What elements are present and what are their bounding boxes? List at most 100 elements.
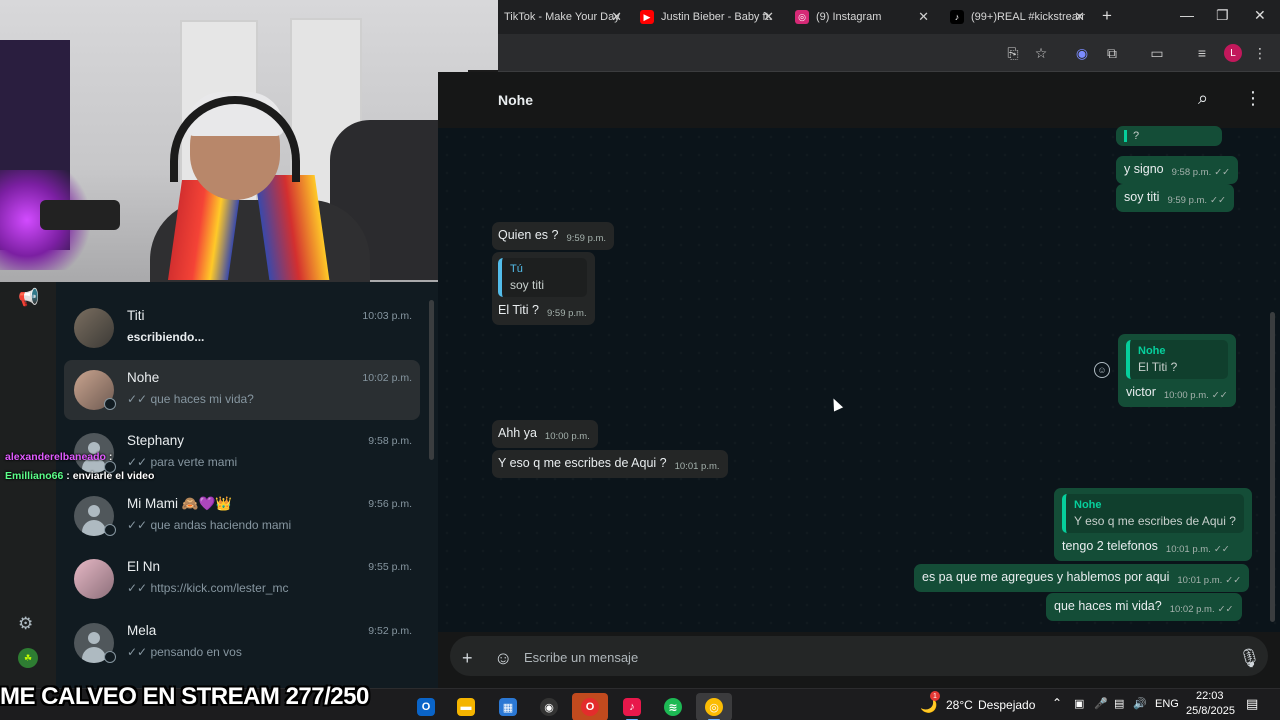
notifications-icon[interactable]: ▤	[1246, 696, 1258, 712]
maximize-button[interactable]: ❐	[1216, 7, 1229, 24]
weather-badge: 1	[930, 691, 940, 701]
chat-name: Stephany	[127, 433, 185, 448]
quoted-message[interactable]: Nohe Y eso q me escribes de Aqui ?	[1062, 494, 1244, 533]
extensions-puzzle-icon[interactable]: ⧉	[1103, 44, 1121, 62]
chat-item-el-nn[interactable]: El Nn 9:55 p.m. ✓✓ https://kick.com/lest…	[64, 549, 420, 609]
profile-avatar[interactable]: L	[1224, 44, 1242, 62]
taskbar-tiktok[interactable]: ♪	[614, 693, 650, 720]
chat-item-titi[interactable]: Titi 10:03 p.m. escribiendo...	[64, 298, 420, 358]
read-ticks-icon: ✓✓	[1211, 390, 1228, 401]
extension-icon[interactable]: ◉	[1073, 44, 1091, 62]
message-text: Quien es ?	[498, 228, 559, 242]
chat-item-mela[interactable]: Mela 9:52 p.m. ✓✓ pensando en vos	[64, 613, 420, 673]
close-icon[interactable]: ✕	[763, 9, 774, 25]
tab-instagram[interactable]: ◎ (9) Instagram ✕	[795, 5, 929, 29]
message-outgoing[interactable]: ?	[1116, 126, 1222, 146]
quoted-message[interactable]: Nohe El Titi ?	[1126, 340, 1228, 379]
tab-youtube[interactable]: ▶ Justin Bieber - Baby ft. Ludacris ✕	[640, 5, 774, 29]
opera-icon: O	[581, 698, 599, 716]
message-input[interactable]	[524, 646, 1204, 668]
message-outgoing[interactable]: que haces mi vida? 10:02 p.m. ✓✓	[1046, 593, 1242, 621]
attach-plus-icon[interactable]: +	[462, 648, 473, 669]
emoji-icon[interactable]: ☺	[494, 648, 512, 669]
youtube-icon: ▶	[640, 10, 654, 24]
network-icon[interactable]: ▤	[1114, 697, 1124, 710]
emoji-react-icon[interactable]: ☺	[1094, 362, 1110, 378]
microphone-tray-icon[interactable]: 🎤	[1094, 697, 1108, 710]
conversation-scrollbar[interactable]	[1270, 312, 1275, 622]
conversation-header[interactable]: Nohe ⌕ ⋮	[438, 72, 1280, 128]
tab-label: Justin Bieber - Baby ft. Ludacris	[661, 11, 774, 23]
chevron-up-icon[interactable]: ⌃	[1052, 696, 1062, 710]
clock-time[interactable]: 22:03	[1196, 690, 1224, 702]
read-ticks-icon: ✓✓	[1214, 167, 1231, 178]
message-outgoing-reply[interactable]: Nohe El Titi ? victor 10:00 p.m. ✓✓	[1118, 334, 1236, 407]
media-controls-icon[interactable]: ≡	[1193, 44, 1211, 62]
settings-icon[interactable]: ⚙	[18, 614, 33, 634]
message-incoming[interactable]: Quien es ? 9:59 p.m.	[492, 222, 615, 250]
status-ring-icon	[104, 651, 116, 663]
stream-chat-user: alexanderelbaneado	[5, 451, 106, 463]
message-outgoing[interactable]: es pa que me agregues y hablemos por aqu…	[914, 564, 1250, 592]
message-outgoing[interactable]: soy titi 9:59 p.m. ✓✓	[1116, 184, 1234, 212]
message-text: soy titi	[1124, 190, 1160, 204]
device-icon[interactable]: ▣	[1074, 697, 1084, 710]
stream-chat-user: Emilliano66	[5, 470, 64, 482]
taskbar-opera[interactable]: O	[572, 693, 608, 720]
close-icon[interactable]: ✕	[1074, 9, 1085, 25]
message-time: 10:01 p.m.	[674, 461, 720, 472]
chat-preview: ✓✓ que haces mi vida?	[127, 392, 254, 406]
weather-text[interactable]: Despejado	[978, 698, 1035, 712]
message-time: 10:00 p.m.	[544, 431, 590, 442]
tab-tiktok[interactable]: TikTok - Make Your Day ✕	[504, 5, 622, 29]
taskbar-chrome[interactable]: ◎	[696, 693, 732, 720]
webcam-overlay	[0, 0, 498, 282]
message-time: 10:00 p.m.	[1163, 390, 1209, 401]
browser-menu-icon[interactable]: ⋮	[1251, 44, 1269, 62]
search-icon[interactable]: ⌕	[1198, 88, 1208, 109]
message-time: 9:58 p.m.	[1171, 167, 1212, 178]
taskbar-spotify[interactable]: ≋	[655, 693, 691, 720]
megaphone-icon[interactable]: 📢	[18, 288, 39, 308]
message-text: victor	[1126, 385, 1156, 399]
taskbar-outlook[interactable]: O	[408, 693, 444, 720]
language-indicator[interactable]: ENG	[1155, 698, 1179, 710]
more-options-icon[interactable]: ⋮	[1244, 88, 1262, 109]
quoted-text: soy titi	[510, 278, 545, 292]
message-incoming[interactable]: Y eso q me escribes de Aqui ? 10:01 p.m.	[492, 450, 728, 478]
close-window-button[interactable]: ✕	[1254, 7, 1266, 24]
chat-item-nohe[interactable]: Nohe 10:02 p.m. ✓✓ que haces mi vida?	[64, 360, 420, 420]
obs-icon: ◉	[540, 698, 558, 716]
close-icon[interactable]: ✕	[611, 9, 622, 25]
tab-label: (9) Instagram	[816, 11, 882, 23]
taskbar-store[interactable]: ▦	[490, 693, 526, 720]
weather-temp[interactable]: 28°C	[946, 698, 973, 712]
user-avatar[interactable]: ☘	[18, 648, 38, 668]
minimize-button[interactable]: —	[1180, 7, 1194, 23]
message-outgoing[interactable]: y signo 9:58 p.m. ✓✓	[1116, 156, 1239, 184]
tab-label: (99+)REAL #kickstreaming	[971, 11, 1085, 23]
message-outgoing-reply[interactable]: Nohe Y eso q me escribes de Aqui ? tengo…	[1054, 488, 1252, 561]
outlook-icon: O	[417, 698, 435, 716]
quoted-message[interactable]: Tú soy titi	[498, 258, 587, 297]
new-tab-button[interactable]: +	[1102, 6, 1112, 26]
taskbar-file-explorer[interactable]: ▬	[448, 693, 484, 720]
close-icon[interactable]: ✕	[918, 9, 929, 25]
split-view-icon[interactable]: ▭	[1148, 44, 1166, 62]
chat-preview: ✓✓ que andas haciendo mami	[127, 518, 292, 532]
clock-date[interactable]: 25/8/2025	[1186, 705, 1235, 717]
chat-list-scrollbar[interactable]	[429, 300, 434, 460]
microphone-icon[interactable]: 🎙	[1238, 648, 1261, 669]
taskbar-obs[interactable]: ◉	[531, 693, 567, 720]
stream-goal-overlay: ME CALVEO EN STREAM 277/250	[0, 683, 369, 710]
chat-name: Nohe	[127, 370, 160, 385]
tab-kick-tiktok[interactable]: ♪ (99+)REAL #kickstreaming ✕	[950, 5, 1085, 29]
install-app-icon[interactable]: ⎘	[1004, 44, 1022, 62]
chat-item-mi-mami[interactable]: Mi Mami 🙈💜👑 9:56 p.m. ✓✓ que andas hacie…	[64, 486, 420, 546]
volume-icon[interactable]: 🔊	[1133, 697, 1147, 710]
stream-chat-message: : enviarle el video	[66, 470, 155, 482]
message-incoming[interactable]: Ahh ya 10:00 p.m.	[492, 420, 598, 448]
chat-time: 9:58 p.m.	[368, 435, 412, 447]
message-incoming-reply[interactable]: Tú soy titi El Titi ? 9:59 p.m.	[492, 252, 595, 325]
bookmark-star-icon[interactable]: ☆	[1032, 44, 1050, 62]
